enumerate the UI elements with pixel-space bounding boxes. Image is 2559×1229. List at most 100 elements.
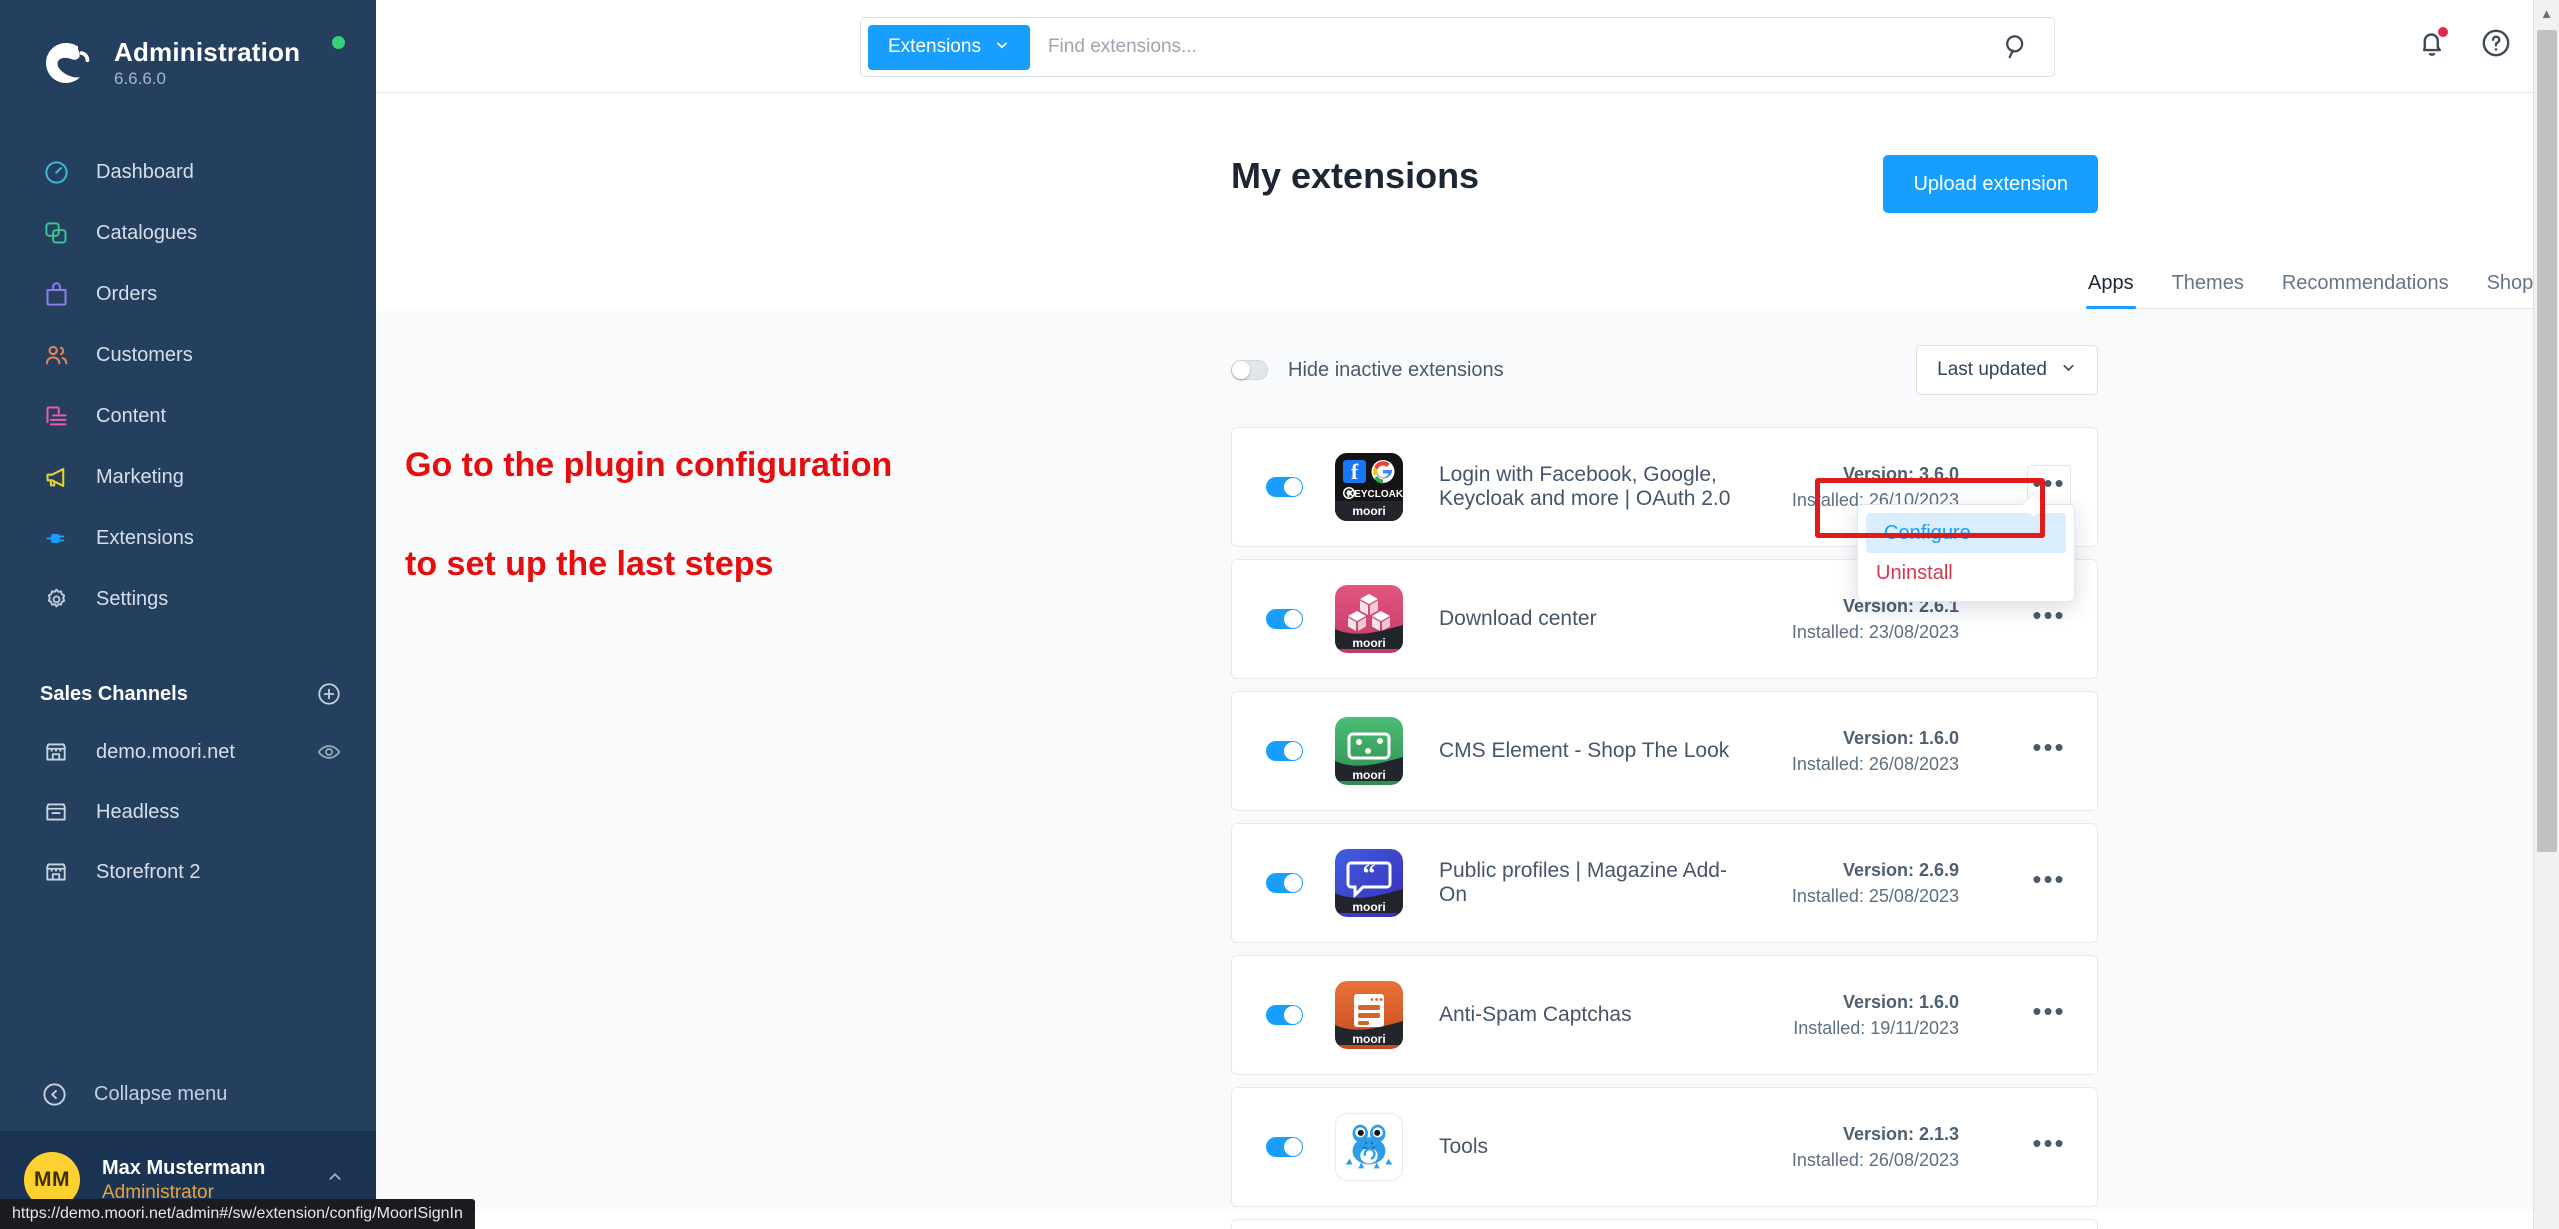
svg-text:KEYCLOAK: KEYCLOAK [1347,489,1403,500]
brand-header[interactable]: Administration 6.6.6.0 [0,0,376,100]
shopware-logo-icon [40,37,92,89]
extension-active-toggle[interactable] [1266,1137,1303,1157]
sidebar-item-label: Dashboard [96,161,194,183]
collapse-menu-button[interactable]: Collapse menu [0,1057,376,1131]
extension-active-toggle[interactable] [1266,1005,1303,1025]
extension-installed: Installed: 23/08/2023 [1791,622,1959,642]
storefront-icon [40,856,72,888]
sidebar-item-label: Content [96,405,167,427]
bag-icon [40,279,72,311]
sidebar-item-customers[interactable]: Customers [0,325,376,386]
sidebar-item-orders[interactable]: Orders [0,264,376,325]
extension-name: Anti-Spam Captchas [1439,1003,1632,1026]
extension-row[interactable]: moori Anti-Spam Captchas Version: 1.6.0 … [1231,955,2098,1075]
page-title: My extensions [1231,155,1480,196]
svg-text:moori: moori [1352,504,1385,518]
boxes-icon: moori [1335,585,1403,653]
upload-extension-button[interactable]: Upload extension [1883,155,2098,213]
sidebar-item-extensions[interactable]: Extensions [0,508,376,569]
extension-name: Download center [1439,607,1597,630]
annotation-line-2: to set up the last steps [405,544,774,583]
sidebar: Administration 6.6.6.0 Dashboard Catalog… [0,0,376,1229]
extension-row[interactable]: Tools Version: 2.1.3 Installed: 26/08/20… [1231,1087,2098,1207]
sales-channel-headless[interactable]: Headless [0,782,376,842]
extension-row[interactable]: Appflix Classifieds Version: 1.6.1 Insta… [1231,1219,2098,1229]
sidebar-item-marketing[interactable]: Marketing [0,447,376,508]
user-name: Max Mustermann [102,1156,266,1179]
sales-channel-label: demo.moori.net [96,740,235,763]
gauge-icon [40,157,72,189]
extension-context-menu-button[interactable]: ••• [2027,1125,2071,1169]
shop-look-icon: moori [1335,717,1403,785]
annotation-line-1: Go to the plugin configuration [405,446,893,485]
content-icon [40,401,72,433]
extension-row[interactable]: “ moori Public profiles | Magazine Add-O… [1231,823,2098,943]
catalogue-icon [40,218,72,250]
tab-themes[interactable]: Themes [2170,272,2246,308]
scrollbar-thumb[interactable] [2537,30,2557,852]
sales-channel-label: Headless [96,800,180,823]
extension-installed: Installed: 26/08/2023 [1791,754,1959,774]
scroll-up-arrow[interactable]: ▲ [2534,0,2559,26]
sidebar-item-settings[interactable]: Settings [0,569,376,630]
extension-active-toggle[interactable] [1266,741,1303,761]
sidebar-item-label: Customers [96,344,193,366]
extension-installed: Installed: 25/08/2023 [1791,886,1959,906]
sales-channels-header: Sales Channels [0,666,376,722]
sidebar-item-dashboard[interactable]: Dashboard [0,142,376,203]
hide-inactive-toggle[interactable]: Hide inactive extensions [1231,359,1504,382]
question-circle-icon[interactable] [2479,26,2513,60]
sidebar-item-content[interactable]: Content [0,386,376,447]
extension-context-menu-button[interactable]: ••• [2027,729,2071,773]
extension-installed: Installed: 19/11/2023 [1793,1018,1959,1038]
extensions-list: f KEYCLOAK moori Login with Facebook, Go… [1231,427,2098,1229]
oauth-login-icon: f KEYCLOAK moori [1335,453,1403,521]
svg-text:f: f [1351,459,1359,484]
filter-row: Hide inactive extensions Last updated [1231,309,2098,395]
extension-context-menu-button[interactable]: ••• [2027,993,2071,1037]
page-scrollbar[interactable]: ▲ [2533,0,2559,1229]
sales-channels-title: Sales Channels [40,682,188,705]
tab-recommendations[interactable]: Recommendations [2280,272,2451,308]
sales-channel-demo-moori-net[interactable]: demo.moori.net [0,722,376,782]
tab-bar: Apps Themes Recommendations Shopware Acc… [2086,272,2533,309]
tab-apps[interactable]: Apps [2086,272,2136,309]
extension-row[interactable]: f KEYCLOAK moori Login with Facebook, Go… [1231,427,2098,602]
sales-channel-storefront-2[interactable]: Storefront 2 [0,842,376,902]
sidebar-item-label: Orders [96,283,158,305]
extension-active-toggle[interactable] [1266,477,1303,497]
search-context-label: Extensions [888,36,981,57]
toggle-switch[interactable] [1231,360,1268,380]
extension-version: Version: 1.6.0 [1842,727,1959,748]
bell-icon[interactable] [2415,25,2450,60]
search-icon[interactable] [2000,30,2034,64]
brand-title: Administration [114,36,301,67]
add-sales-channel-icon[interactable] [316,681,342,707]
extension-active-toggle[interactable] [1266,873,1303,893]
brand-version: 6.6.6.0 [114,68,166,88]
sidebar-item-label: Marketing [96,466,184,488]
status-bar-url: https://demo.moori.net/admin#/sw/extensi… [0,1199,475,1229]
extension-context-menu-button[interactable]: ••• [2027,597,2071,641]
main-content: My extensions Upload extension Apps Them… [376,93,2533,1229]
extension-context-menu: Configure Uninstall [1857,504,2075,602]
extension-meta: Version: 2.6.9 Installed: 25/08/2023 [1749,857,1959,909]
tab-shopware-account[interactable]: Shopware Account [2485,272,2533,308]
search-context-button[interactable]: Extensions [868,24,1030,70]
extension-row[interactable]: moori CMS Element - Shop The Look Versio… [1231,691,2098,811]
search-input[interactable] [1047,36,2000,58]
context-menu-configure[interactable]: Configure [1866,513,2066,553]
extension-context-menu-button[interactable]: ••• [2027,861,2071,905]
chevron-up-icon[interactable] [324,1166,346,1194]
extension-active-toggle[interactable] [1266,609,1303,629]
sidebar-item-label: Extensions [96,527,194,549]
extension-meta: Version: 1.6.0 Installed: 26/08/2023 [1749,725,1959,777]
chevron-down-icon [994,37,1010,57]
context-menu-uninstall[interactable]: Uninstall [1858,553,2074,593]
preview-eye-icon[interactable] [316,739,342,765]
sort-dropdown[interactable]: Last updated [1916,345,2098,395]
main-navigation: Dashboard Catalogues Orders Customers Co… [0,142,376,630]
chevron-down-icon [2060,359,2077,382]
svg-text:moori: moori [1352,900,1385,914]
sidebar-item-catalogues[interactable]: Catalogues [0,203,376,264]
